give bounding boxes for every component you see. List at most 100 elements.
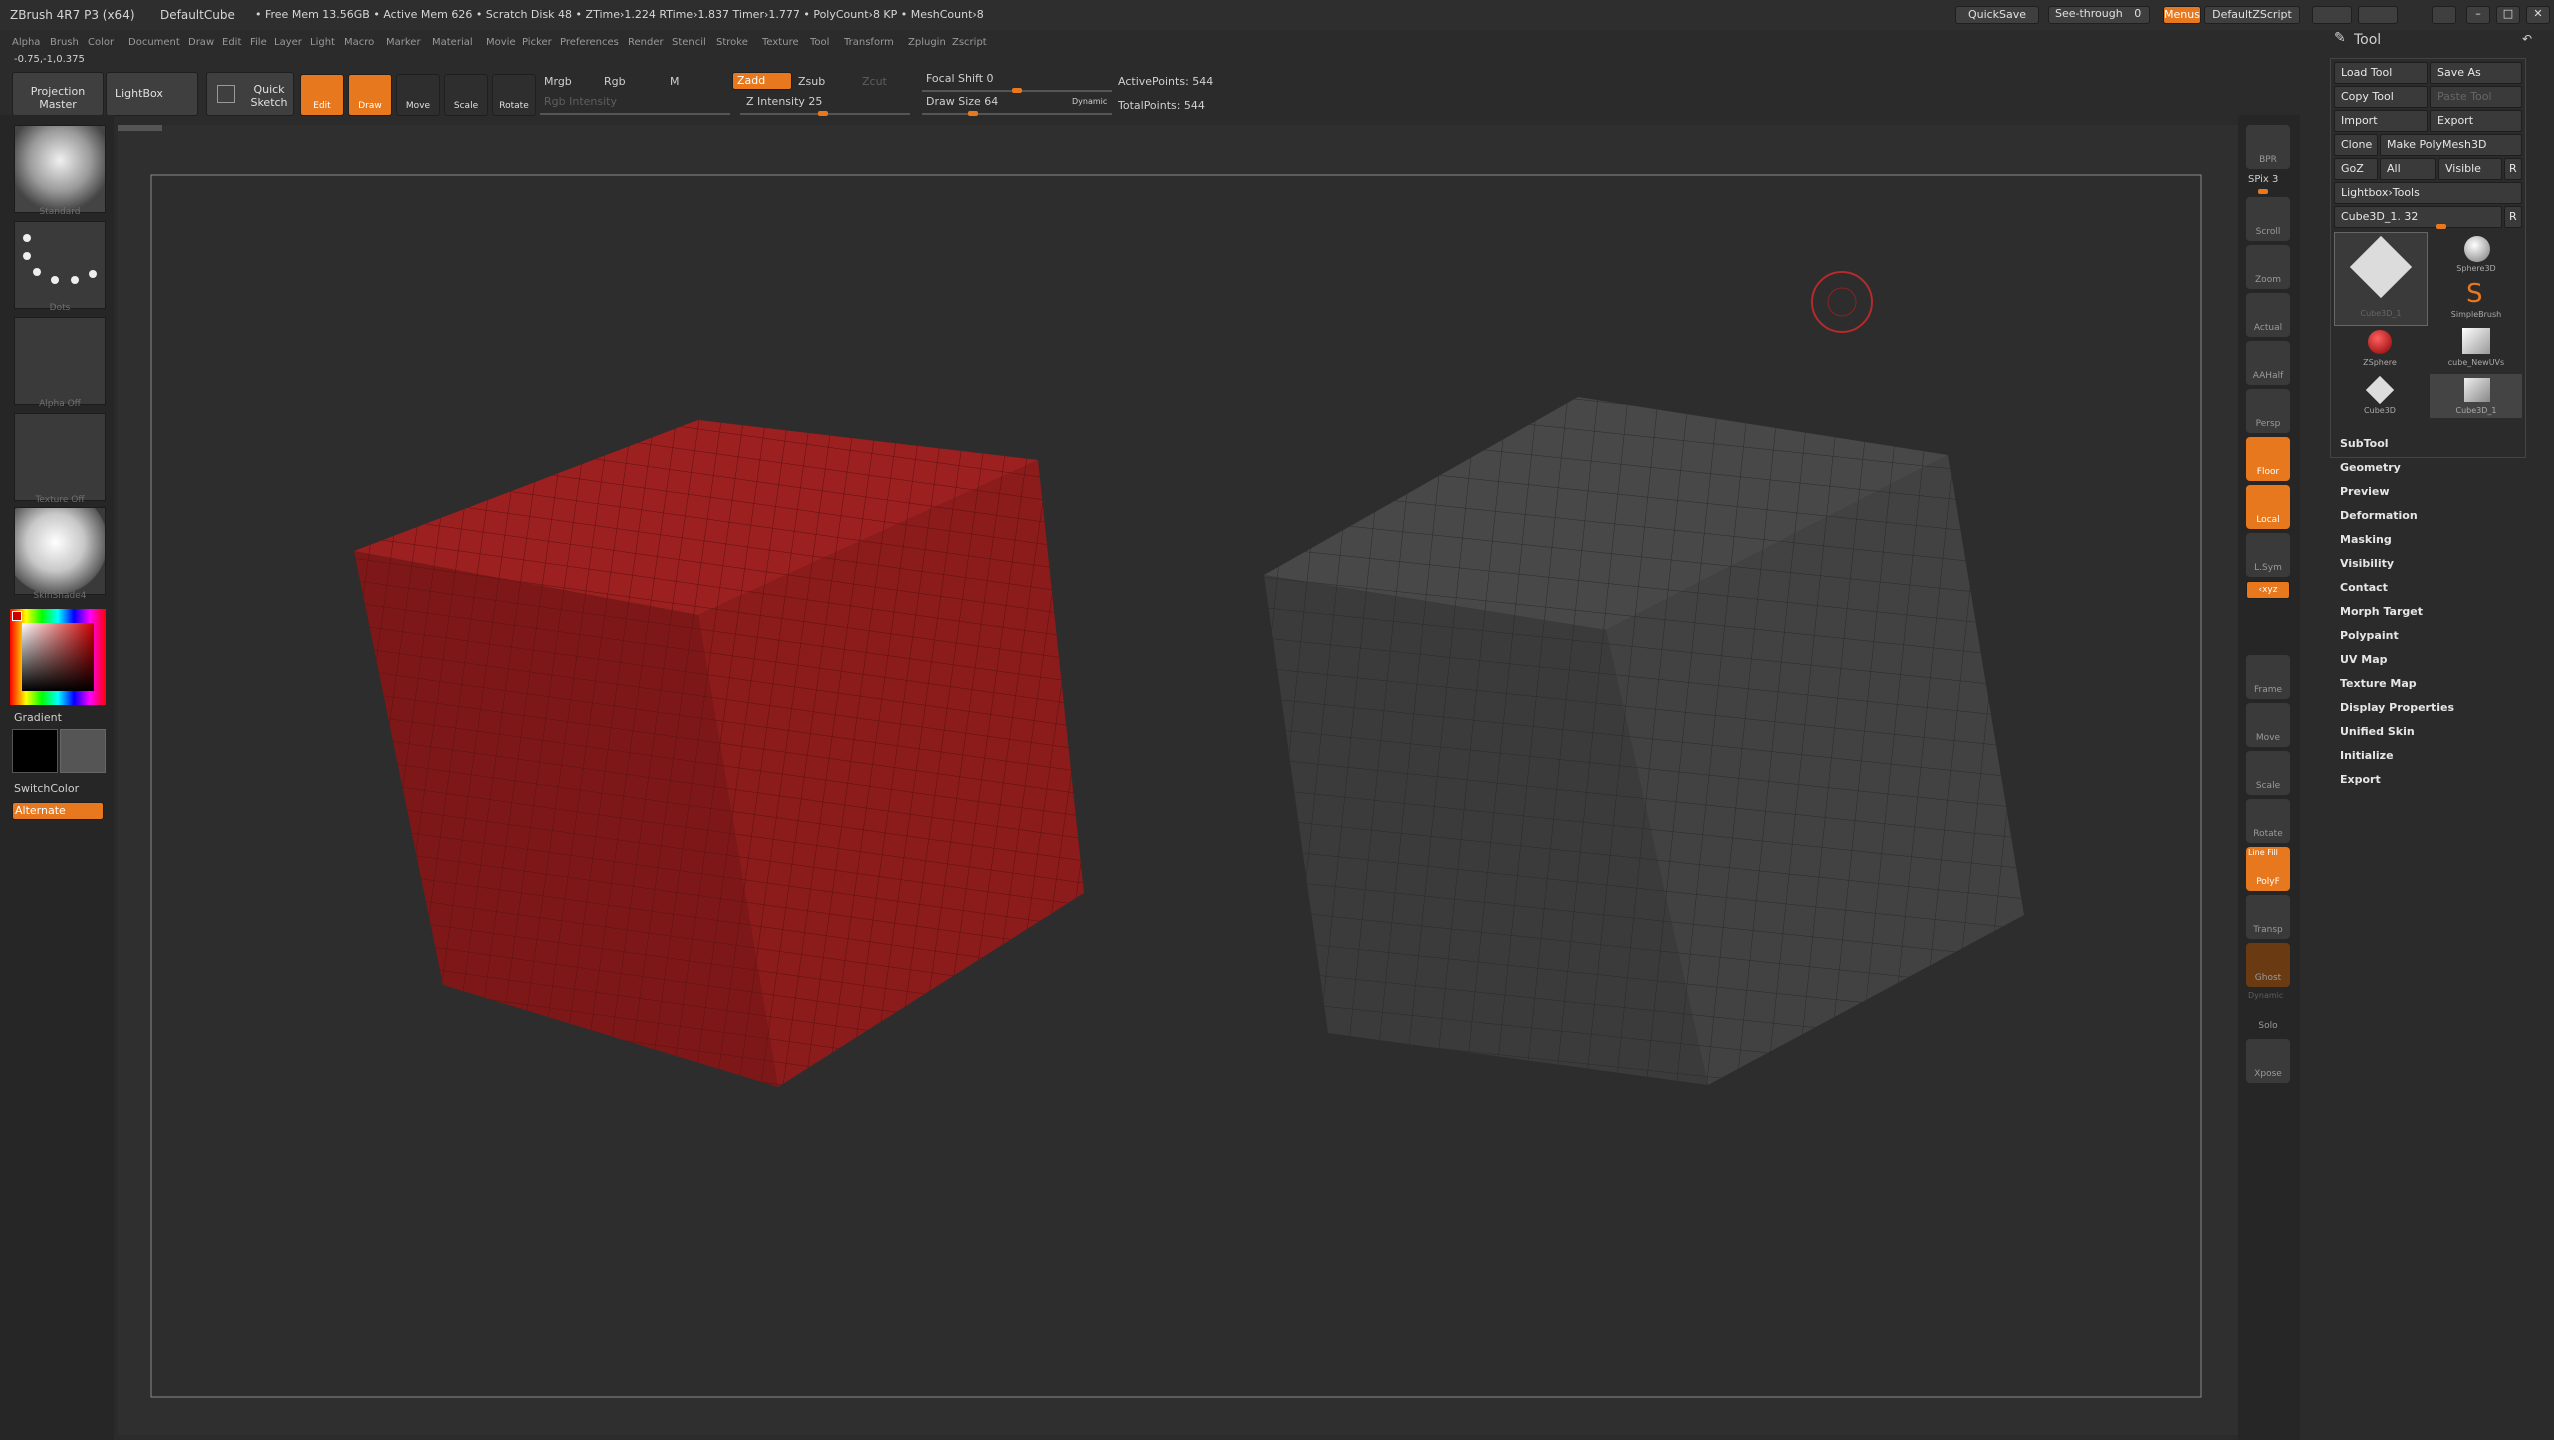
menu-edit[interactable]: Edit xyxy=(222,37,241,48)
rgb-intensity-slider[interactable]: Rgb Intensity xyxy=(544,95,617,108)
goz-r-button[interactable]: R xyxy=(2504,158,2522,180)
interface-icon[interactable] xyxy=(2358,6,2398,24)
menu-layer[interactable]: Layer xyxy=(274,37,302,48)
menu-material[interactable]: Material xyxy=(432,37,473,48)
xpose-button[interactable]: Xpose xyxy=(2246,1039,2290,1083)
secondary-color-swatch[interactable] xyxy=(60,729,106,773)
lock-icon[interactable] xyxy=(2432,6,2456,24)
menus-button[interactable]: Menus xyxy=(2163,6,2201,24)
menu-transform[interactable]: Transform xyxy=(844,37,894,48)
close-icon[interactable]: ✕ xyxy=(2526,6,2550,24)
menu-color[interactable]: Color xyxy=(88,37,114,48)
edit-mode-button[interactable]: Edit xyxy=(300,74,344,116)
paste-tool-button[interactable]: Paste Tool xyxy=(2430,86,2522,108)
current-tool-slider[interactable]: Cube3D_1. 32 xyxy=(2334,206,2502,228)
goz-all-button[interactable]: All xyxy=(2380,158,2436,180)
scale-mode-button[interactable]: Scale xyxy=(444,74,488,116)
subpalette-subtool[interactable]: SubTool xyxy=(2340,437,2389,450)
subpalette-uv-map[interactable]: UV Map xyxy=(2340,653,2388,666)
tool-r-button[interactable]: R xyxy=(2504,206,2522,228)
tool-thumb-cube3d[interactable]: Cube3D xyxy=(2334,374,2426,418)
menu-document[interactable]: Document xyxy=(128,37,180,48)
zoom-button[interactable]: Zoom xyxy=(2246,245,2290,289)
menu-marker[interactable]: Marker xyxy=(386,37,421,48)
tool-thumb-cube3d-1-small[interactable]: Cube3D_1 xyxy=(2430,374,2522,418)
subpalette-visibility[interactable]: Visibility xyxy=(2340,557,2394,570)
menu-macro[interactable]: Macro xyxy=(344,37,374,48)
bpr-button[interactable]: BPR xyxy=(2246,125,2290,169)
layout-icon[interactable] xyxy=(2312,6,2352,24)
frame-button[interactable]: Frame xyxy=(2246,655,2290,699)
menu-draw[interactable]: Draw xyxy=(188,37,214,48)
menu-file[interactable]: File xyxy=(250,37,267,48)
see-through-slider[interactable]: See-through 0 xyxy=(2048,6,2150,24)
subpalette-polypaint[interactable]: Polypaint xyxy=(2340,629,2399,642)
subpalette-masking[interactable]: Masking xyxy=(2340,533,2392,546)
menu-stroke[interactable]: Stroke xyxy=(716,37,748,48)
move-mode-button[interactable]: Move xyxy=(396,74,440,116)
copy-tool-button[interactable]: Copy Tool xyxy=(2334,86,2428,108)
spix-slider[interactable]: SPix 3 xyxy=(2248,174,2278,185)
lightbox-button[interactable]: LightBox xyxy=(106,72,198,116)
subpalette-preview[interactable]: Preview xyxy=(2340,485,2390,498)
projection-master-button[interactable]: Projection Master xyxy=(12,72,104,116)
floor-button[interactable]: Floor xyxy=(2246,437,2290,481)
subpalette-unified-skin[interactable]: Unified Skin xyxy=(2340,725,2415,738)
zadd-toggle[interactable]: Zadd xyxy=(732,72,792,90)
scale-button[interactable]: Scale xyxy=(2246,751,2290,795)
rgb-toggle[interactable]: Rgb xyxy=(604,75,626,88)
m-toggle[interactable]: M xyxy=(670,75,680,88)
persp-button[interactable]: Persp xyxy=(2246,389,2290,433)
ghost-button[interactable]: Ghost xyxy=(2246,943,2290,987)
line-fill-label[interactable]: Line Fill xyxy=(2248,848,2278,857)
canvas-viewport[interactable] xyxy=(118,125,2238,1435)
menu-render[interactable]: Render xyxy=(628,37,664,48)
focal-shift-slider[interactable]: Focal Shift 0 xyxy=(926,72,994,85)
alpha-thumbnail[interactable] xyxy=(14,317,106,405)
material-thumbnail[interactable] xyxy=(14,507,106,595)
subpalette-texture-map[interactable]: Texture Map xyxy=(2340,677,2417,690)
default-zscript-button[interactable]: DefaultZScript xyxy=(2204,6,2300,24)
subpalette-contact[interactable]: Contact xyxy=(2340,581,2388,594)
menu-brush[interactable]: Brush xyxy=(50,37,79,48)
texture-thumbnail[interactable] xyxy=(14,413,106,501)
aahalf-button[interactable]: AAHalf xyxy=(2246,341,2290,385)
tool-palette-icon[interactable]: ✎ xyxy=(2334,30,2346,46)
panel-undock-icon[interactable]: ↶ xyxy=(2522,32,2532,46)
menu-alpha[interactable]: Alpha xyxy=(12,37,40,48)
draw-size-slider[interactable]: Draw Size 64 xyxy=(926,95,998,108)
scroll-button[interactable]: Scroll xyxy=(2246,197,2290,241)
primary-color-swatch[interactable] xyxy=(12,611,22,621)
subpalette-deformation[interactable]: Deformation xyxy=(2340,509,2418,522)
z-intensity-slider[interactable]: Z Intensity 25 xyxy=(746,95,822,108)
subpalette-export[interactable]: Export xyxy=(2340,773,2381,786)
actual-button[interactable]: Actual xyxy=(2246,293,2290,337)
main-color-swatch[interactable] xyxy=(12,729,58,773)
goz-button[interactable]: GoZ xyxy=(2334,158,2378,180)
export-button[interactable]: Export xyxy=(2430,110,2522,132)
dynamic-toggle[interactable]: Dynamic xyxy=(1072,97,1107,106)
tool-thumb-sphere3d[interactable]: Sphere3D xyxy=(2430,232,2522,276)
zsub-toggle[interactable]: Zsub xyxy=(798,75,825,88)
lightbox-tools-button[interactable]: Lightbox›Tools xyxy=(2334,182,2522,204)
tool-thumb-simplebrush[interactable]: S SimpleBrush xyxy=(2430,278,2522,322)
stroke-thumbnail[interactable] xyxy=(14,221,106,309)
local-button[interactable]: Local xyxy=(2246,485,2290,529)
menu-preferences[interactable]: Preferences xyxy=(560,37,619,48)
color-picker[interactable] xyxy=(10,609,106,705)
menu-movie[interactable]: Movie xyxy=(486,37,516,48)
draw-size-knob[interactable] xyxy=(968,111,978,116)
solo-button[interactable]: Solo xyxy=(2246,991,2290,1035)
rotate-button[interactable]: Rotate xyxy=(2246,799,2290,843)
make-polymesh-button[interactable]: Make PolyMesh3D xyxy=(2380,134,2522,156)
save-as-button[interactable]: Save As xyxy=(2430,62,2522,84)
subpalette-initialize[interactable]: Initialize xyxy=(2340,749,2394,762)
tool-thumb-zsphere[interactable]: ZSphere xyxy=(2334,326,2426,370)
tool-thumb-cube-newuvs[interactable]: cube_NewUVs xyxy=(2430,326,2522,370)
goz-visible-button[interactable]: Visible xyxy=(2438,158,2502,180)
menu-picker[interactable]: Picker xyxy=(522,37,552,48)
menu-stencil[interactable]: Stencil xyxy=(672,37,706,48)
clone-button[interactable]: Clone xyxy=(2334,134,2378,156)
subpalette-morph-target[interactable]: Morph Target xyxy=(2340,605,2423,618)
mrgb-toggle[interactable]: Mrgb xyxy=(544,75,572,88)
